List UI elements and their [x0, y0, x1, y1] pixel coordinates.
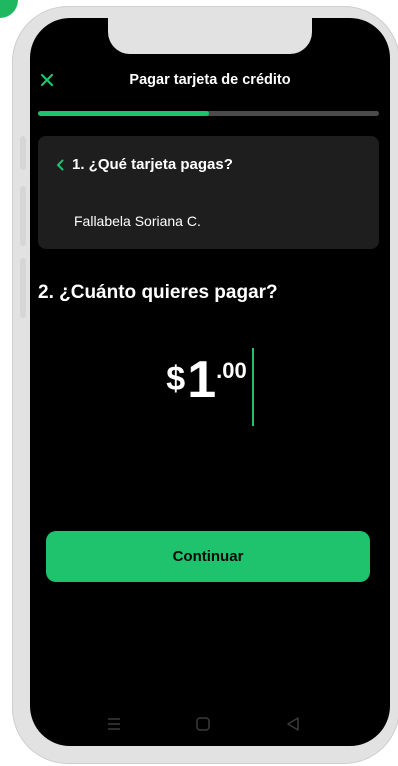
app-header: Pagar tarjeta de crédito: [30, 70, 390, 98]
phone-notch: [108, 18, 312, 54]
side-button: [20, 186, 26, 246]
progress-bar: [38, 111, 379, 116]
amount-decimals: .00: [216, 358, 247, 383]
system-nav-bar: [30, 715, 390, 737]
currency-symbol: $: [166, 360, 186, 398]
step-1-header[interactable]: 1. ¿Qué tarjeta pagas?: [56, 156, 233, 173]
chevron-left-icon[interactable]: [56, 159, 64, 171]
continue-button[interactable]: Continuar: [46, 531, 370, 582]
home-icon[interactable]: [194, 715, 212, 733]
amount-input[interactable]: $ 1 .00: [30, 348, 390, 426]
progress-fill: [38, 111, 209, 116]
selected-card-name: Fallabela Soriana C.: [74, 213, 201, 229]
side-button: [20, 136, 26, 170]
page: Pagar tarjeta de crédito 1. ¿Qué tarjeta…: [0, 0, 398, 766]
step-1-label: 1. ¿Qué tarjeta pagas?: [72, 156, 233, 173]
text-caret: [251, 348, 254, 426]
page-title: Pagar tarjeta de crédito: [129, 72, 291, 88]
menu-icon[interactable]: [105, 715, 123, 733]
step-2-label: 2. ¿Cuánto quieres pagar?: [38, 282, 278, 303]
step-1-card[interactable]: 1. ¿Qué tarjeta pagas? Fallabela Soriana…: [38, 136, 379, 249]
phone-screen: Pagar tarjeta de crédito 1. ¿Qué tarjeta…: [30, 18, 390, 746]
back-icon[interactable]: [284, 715, 302, 733]
side-button: [20, 258, 26, 318]
amount-integer: 1: [187, 351, 217, 409]
corner-decoration: [0, 0, 18, 18]
